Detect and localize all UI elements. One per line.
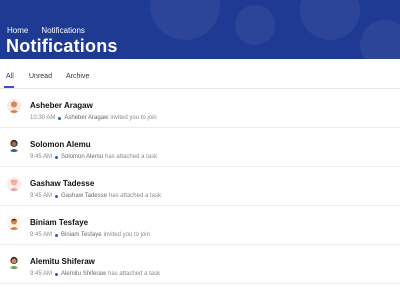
notification-actor: Alemitu Shiferaw <box>61 271 107 277</box>
notification-time: 9:45 AM <box>30 271 53 277</box>
avatar-icon <box>7 177 21 191</box>
avatar-icon <box>7 255 21 269</box>
notification-meta: 10:30 AM Asheber Aragaw invited you to j… <box>30 115 157 121</box>
notification-action: has attached a task <box>105 154 158 160</box>
list-item[interactable]: Asheber Aragaw 10:30 AM Asheber Aragaw i… <box>0 89 400 128</box>
header-decoration <box>150 0 220 40</box>
tab-bar: All Unread Archive <box>0 59 400 89</box>
notification-action: invited you to join <box>110 115 157 121</box>
notification-time: 9:45 AM <box>30 232 53 238</box>
active-tab-indicator <box>4 86 14 88</box>
page-header: Home Notifications Notifications <box>0 0 400 59</box>
notification-sender: Alemitu Shiferaw <box>30 257 95 266</box>
breadcrumb: Home Notifications <box>7 26 85 35</box>
avatar-icon <box>7 216 21 230</box>
notification-sender: Asheber Aragaw <box>30 101 93 110</box>
tab-unread[interactable]: Unread <box>29 73 52 80</box>
list-item[interactable]: Alemitu Shiferaw 9:45 AM Alemitu Shifera… <box>0 245 400 284</box>
notification-action: has attached a task <box>108 271 161 277</box>
list-item[interactable]: Gashaw Tadesse 9:45 AM Gashaw Tadesse ha… <box>0 167 400 206</box>
list-item[interactable]: Biniam Tesfaye 9:45 AM Biniam Tesfaye in… <box>0 206 400 245</box>
notification-list: Asheber Aragaw 10:30 AM Asheber Aragaw i… <box>0 89 400 284</box>
tab-all[interactable]: All <box>6 73 14 80</box>
notification-meta: 9:45 AM Solomon Alemu has attached a tas… <box>30 154 157 160</box>
unread-dot-icon <box>55 272 59 276</box>
list-item[interactable]: Solomon Alemu 9:45 AM Solomon Alemu has … <box>0 128 400 167</box>
unread-dot-icon <box>55 155 59 159</box>
notification-meta: 9:45 AM Gashaw Tadesse has attached a ta… <box>30 193 161 199</box>
unread-dot-icon <box>55 233 59 237</box>
notification-actor: Biniam Tesfaye <box>61 232 102 238</box>
notification-time: 10:30 AM <box>30 115 56 121</box>
notification-meta: 9:45 AM Alemitu Shiferaw has attached a … <box>30 271 160 277</box>
notification-action: invited you to join <box>103 232 150 238</box>
header-decoration <box>300 0 360 40</box>
notification-sender: Biniam Tesfaye <box>30 218 89 227</box>
notification-time: 9:45 AM <box>30 193 53 199</box>
notification-action: has attached a task <box>108 193 161 199</box>
notification-actor: Gashaw Tadesse <box>61 193 107 199</box>
notification-actor: Solomon Alemu <box>61 154 104 160</box>
header-decoration <box>360 20 400 59</box>
notification-sender: Gashaw Tadesse <box>30 179 95 188</box>
unread-dot-icon <box>55 194 59 198</box>
notification-actor: Asheber Aragaw <box>64 115 109 121</box>
unread-dot-icon <box>58 116 62 120</box>
avatar-icon <box>7 138 21 152</box>
notification-time: 9:45 AM <box>30 154 53 160</box>
avatar-icon <box>7 99 21 113</box>
breadcrumb-current: Notifications <box>41 26 85 35</box>
header-decoration <box>235 5 275 45</box>
breadcrumb-home[interactable]: Home <box>7 26 28 35</box>
notification-meta: 9:45 AM Biniam Tesfaye invited you to jo… <box>30 232 150 238</box>
tab-archive[interactable]: Archive <box>66 73 89 80</box>
page-title: Notifications <box>6 36 118 56</box>
notification-sender: Solomon Alemu <box>30 140 91 149</box>
